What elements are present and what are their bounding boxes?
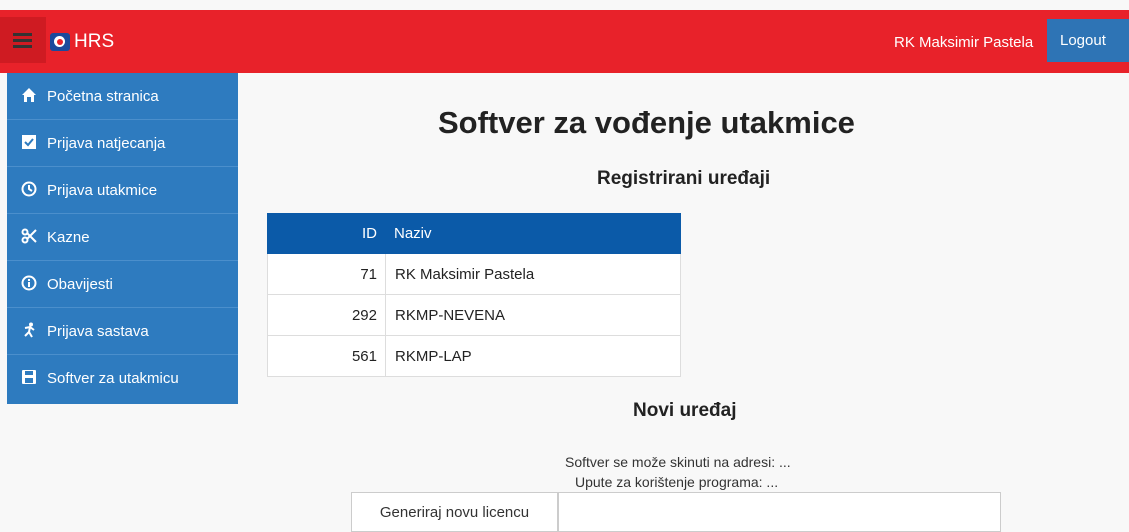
- cell-id: 292: [267, 294, 386, 336]
- clock-icon: [20, 181, 38, 199]
- runner-icon: [20, 322, 38, 340]
- home-icon: [20, 87, 38, 105]
- sidebar-item-label: Prijava utakmice: [47, 182, 158, 199]
- column-header-naziv: Naziv: [385, 213, 681, 254]
- table-row: 71 RK Maksimir Pastela: [267, 253, 681, 295]
- instructions-info: Upute za korištenje programa: ...: [575, 474, 779, 490]
- info-icon: [20, 275, 38, 293]
- sidebar-item-obavijesti[interactable]: Obavijesti: [7, 261, 238, 308]
- sidebar-item-prijava-natjecanja[interactable]: Prijava natjecanja: [7, 120, 238, 167]
- devices-table: ID Naziv 71 RK Maksimir Pastela 292 RKMP…: [267, 213, 681, 377]
- page-title: Softver za vođenje utakmice: [438, 105, 855, 140]
- table-row: 292 RKMP-NEVENA: [267, 294, 681, 336]
- hamburger-line: [13, 33, 32, 36]
- sidebar-item-label: Softver za utakmicu: [47, 370, 179, 387]
- cell-id: 71: [267, 253, 386, 295]
- top-strip: [0, 0, 1129, 10]
- sidebar: Početna stranica Prijava natjecanja Prij…: [7, 73, 238, 404]
- column-header-id: ID: [267, 213, 386, 254]
- download-info: Softver se može skinuti na adresi: ...: [565, 454, 791, 470]
- sidebar-item-label: Početna stranica: [47, 88, 159, 105]
- section-title: Registrirani uređaji: [597, 168, 771, 189]
- scissors-icon: [20, 228, 38, 246]
- cell-id: 561: [267, 335, 386, 377]
- sidebar-item-label: Kazne: [47, 229, 90, 246]
- checkbox-icon: [20, 134, 38, 152]
- hamburger-line: [13, 45, 32, 48]
- save-icon: [20, 369, 38, 387]
- cell-naziv: RKMP-LAP: [385, 335, 681, 377]
- hamburger-line: [13, 39, 32, 42]
- cell-naziv: RK Maksimir Pastela: [385, 253, 681, 295]
- sidebar-item-softver[interactable]: Softver za utakmicu: [7, 355, 238, 402]
- hrs-logo-icon[interactable]: [50, 33, 70, 51]
- sidebar-item-label: Prijava sastava: [47, 323, 149, 340]
- sidebar-item-prijava-sastava[interactable]: Prijava sastava: [7, 308, 238, 355]
- sidebar-item-pocetna[interactable]: Početna stranica: [7, 73, 238, 120]
- user-name[interactable]: RK Maksimir Pastela: [894, 34, 1033, 51]
- license-field[interactable]: [558, 492, 1001, 532]
- hamburger-menu-icon[interactable]: [0, 17, 46, 63]
- brand-title[interactable]: HRS: [74, 31, 114, 53]
- table-header-row: ID Naziv: [267, 213, 681, 254]
- sidebar-item-kazne[interactable]: Kazne: [7, 214, 238, 261]
- sidebar-item-prijava-utakmice[interactable]: Prijava utakmice: [7, 167, 238, 214]
- sidebar-item-label: Obavijesti: [47, 276, 113, 293]
- logout-button[interactable]: Logout: [1047, 19, 1129, 62]
- generate-license-button[interactable]: Generiraj novu licencu: [351, 492, 558, 532]
- sidebar-item-label: Prijava natjecanja: [47, 135, 166, 152]
- table-row: 561 RKMP-LAP: [267, 335, 681, 377]
- cell-naziv: RKMP-NEVENA: [385, 294, 681, 336]
- new-device-title: Novi uređaj: [633, 400, 737, 421]
